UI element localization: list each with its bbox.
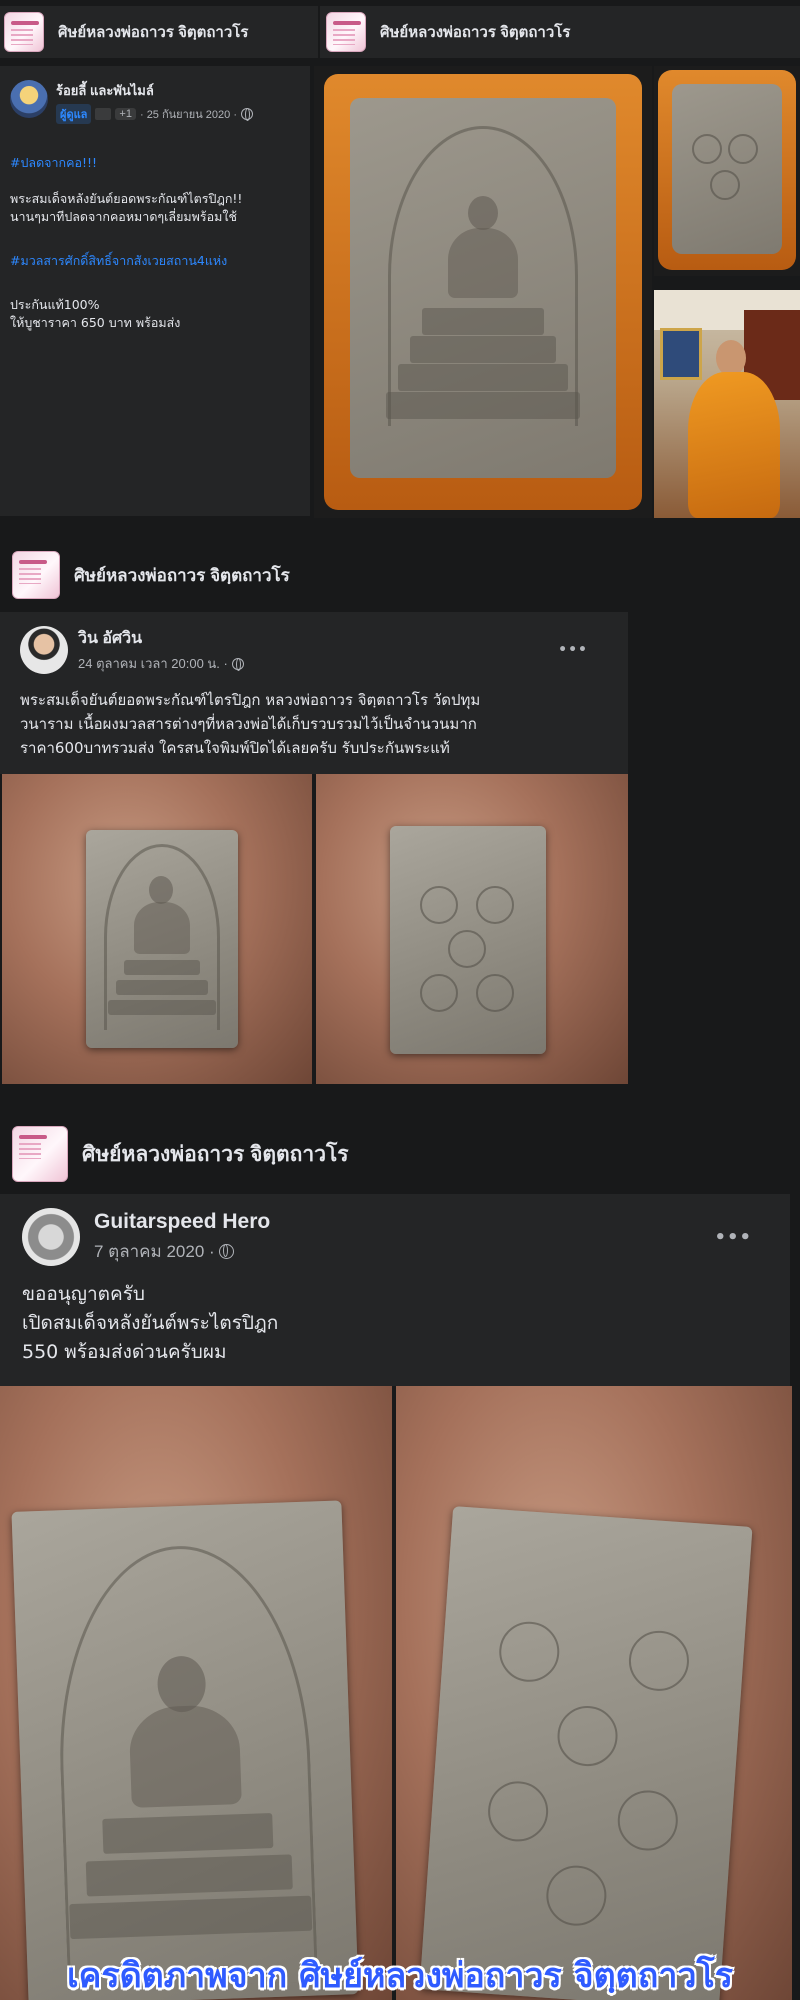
post-date[interactable]: 7 ตุลาคม 2020 · xyxy=(94,1238,215,1265)
group-avatar xyxy=(12,551,60,599)
globe-icon xyxy=(231,657,244,671)
post-meta: ผู้ดูแล +1 · 25 กันยายน 2020 · xyxy=(56,104,253,124)
author-name[interactable]: วิน อัศวิน xyxy=(78,626,548,651)
group-header-left[interactable]: ศิษย์หลวงพ่อถาวร จิตฺตถาวโร xyxy=(0,6,318,58)
author-avatar[interactable] xyxy=(22,1208,80,1266)
group-avatar xyxy=(12,1126,68,1182)
group-header[interactable]: ศิษย์หลวงพ่อถาวร จิตฺตถาวโร xyxy=(0,540,800,610)
hashtag-link[interactable]: #ปลดจากคอ!!! xyxy=(10,154,300,172)
post-3: Guitarspeed Hero 7 ตุลาคม 2020 · ••• ขออ… xyxy=(0,1194,790,1386)
post-2: วิน อัศวิน 24 ตุลาคม เวลา 20:00 น. · •••… xyxy=(0,612,628,774)
globe-icon xyxy=(218,1243,234,1259)
more-options-icon[interactable]: ••• xyxy=(558,642,588,658)
group-header[interactable]: ศิษย์หลวงพ่อถาวร จิตฺตถาวโร xyxy=(0,1116,800,1192)
photo-icon xyxy=(95,108,112,120)
post-body: พระสมเด็จยันต์ยอดพระกัณฑ์ไตรปิฎก หลวงพ่อ… xyxy=(20,691,481,757)
author-name[interactable]: ร้อยลี้ และพันไมล์ xyxy=(56,80,253,101)
amulet-front-photo-large[interactable] xyxy=(0,1386,392,2000)
group-title[interactable]: ศิษย์หลวงพ่อถาวร จิตฺตถาวโร xyxy=(380,20,570,44)
group-title[interactable]: ศิษย์หลวงพ่อถาวร จิตฺตถาวโร xyxy=(58,20,248,44)
group-avatar xyxy=(4,12,44,52)
post-body-2: ประกันแท้100% ให้บูชาราคา 650 บาท พร้อมส… xyxy=(10,297,181,330)
post-date[interactable]: · 25 กันยายน 2020 · xyxy=(140,105,237,123)
post-meta: 7 ตุลาคม 2020 · xyxy=(94,1238,700,1265)
post-meta: 24 ตุลาคม เวลา 20:00 น. · xyxy=(78,653,548,674)
post-body: พระสมเด็จหลังยันต์ยอดพระกัณฑ์ไตรปิฎก!! น… xyxy=(10,191,243,224)
admin-badge: ผู้ดูแล xyxy=(56,104,92,124)
hashtag-link[interactable]: #มวลสารศักดิ์สิทธิ์จากสังเวยสถาน4แห่ง xyxy=(10,252,300,270)
group-title[interactable]: ศิษย์หลวงพ่อถาวร จิตฺตถาวโร xyxy=(82,1138,349,1171)
group-avatar xyxy=(326,12,366,52)
group-title[interactable]: ศิษย์หลวงพ่อถาวร จิตฺตถาวโร xyxy=(74,562,290,589)
author-avatar[interactable] xyxy=(20,626,68,674)
plus-count: +1 xyxy=(115,108,136,120)
amulet-case-photo-large[interactable] xyxy=(314,66,652,518)
amulet-case-photo-back[interactable] xyxy=(654,66,800,276)
group-header-right[interactable]: ศิษย์หลวงพ่อถาวร จิตฺตถาวโร xyxy=(320,6,800,58)
more-options-icon[interactable]: ••• xyxy=(714,1227,752,1248)
credit-watermark: เครดิตภาพจาก ศิษย์หลวงพ่อถาวร จิตฺตถาวโร xyxy=(66,1956,734,1996)
amulet-back-photo[interactable] xyxy=(316,774,628,1084)
author-name[interactable]: Guitarspeed Hero xyxy=(94,1210,700,1234)
monk-photo[interactable] xyxy=(654,290,800,518)
globe-icon xyxy=(241,108,253,121)
post-1: ร้อยลี้ และพันไมล์ ผู้ดูแล +1 · 25 กันยา… xyxy=(0,66,310,516)
amulet-front-photo[interactable] xyxy=(2,774,312,1084)
post-body: ขออนุญาตครับ เปิดสมเด็จหลังยันต์พระไตรปิ… xyxy=(22,1283,279,1363)
post-date[interactable]: 24 ตุลาคม เวลา 20:00 น. · xyxy=(78,653,228,674)
amulet-back-photo-large[interactable] xyxy=(396,1386,792,2000)
author-avatar[interactable] xyxy=(10,80,48,118)
